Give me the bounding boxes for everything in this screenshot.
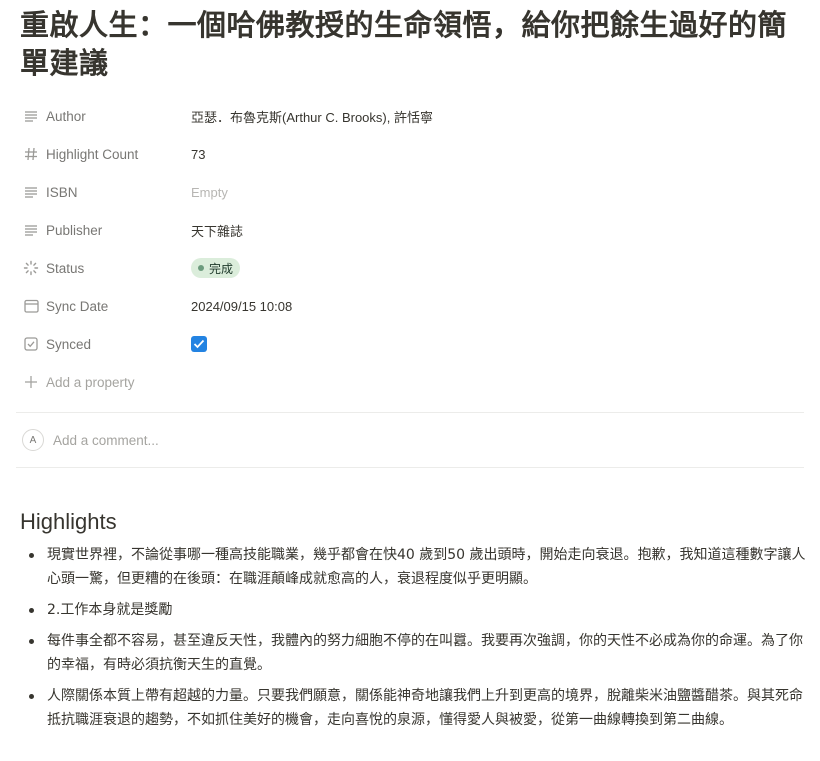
publisher-value[interactable]: 天下雜誌 <box>191 221 243 240</box>
status-dot <box>198 265 204 271</box>
text-lines-icon <box>22 183 40 201</box>
highlight-count-value[interactable]: 73 <box>191 147 205 162</box>
bullet-icon <box>29 694 34 699</box>
property-synced[interactable]: Synced <box>16 325 804 363</box>
plus-icon <box>22 373 40 391</box>
divider <box>16 467 804 468</box>
author-value[interactable]: 亞瑟．布魯克斯(Arthur C. Brooks), 許恬寧 <box>191 107 433 126</box>
synced-checkbox[interactable] <box>191 336 207 352</box>
list-item[interactable]: 每件事全都不容易，甚至違反天性，我體內的努力細胞不停的在叫囂。我要再次強調，你的… <box>20 629 810 677</box>
status-spinner-icon <box>22 259 40 277</box>
highlight-text: 每件事全都不容易，甚至違反天性，我體內的努力細胞不停的在叫囂。我要再次強調，你的… <box>47 633 803 673</box>
property-label: Sync Date <box>46 298 109 314</box>
property-label: ISBN <box>46 184 78 200</box>
property-label: Synced <box>46 336 92 352</box>
highlight-text: 2.工作本身就是獎勵 <box>47 602 173 618</box>
status-badge[interactable]: 完成 <box>191 258 241 278</box>
add-property-label: Add a property <box>46 374 135 390</box>
properties-panel: Author 亞瑟．布魯克斯(Arthur C. Brooks), 許恬寧 Hi… <box>16 97 804 401</box>
list-item[interactable]: 人際關係本質上帶有超越的力量。只要我們願意，關係能神奇地讓我們上升到更高的境界，… <box>20 684 810 732</box>
property-author[interactable]: Author 亞瑟．布魯克斯(Arthur C. Brooks), 許恬寧 <box>16 97 804 135</box>
divider <box>16 412 804 413</box>
bullet-icon <box>29 553 34 558</box>
highlights-list: 現實世界裡，不論從事哪一種高技能職業，幾乎都會在快40 歲到50 歲出頭時，開始… <box>20 543 810 739</box>
text-lines-icon <box>22 221 40 239</box>
status-text: 完成 <box>209 261 234 276</box>
bullet-icon <box>29 639 34 644</box>
avatar: A <box>22 429 44 451</box>
page-title[interactable]: 重啟人生：一個哈佛教授的生命領悟，給你把餘生過好的簡單建議 <box>20 6 810 82</box>
property-publisher[interactable]: Publisher 天下雜誌 <box>16 211 804 249</box>
property-isbn[interactable]: ISBN Empty <box>16 173 804 211</box>
list-item[interactable]: 2.工作本身就是獎勵 <box>20 598 810 622</box>
property-sync-date[interactable]: Sync Date 2024/09/15 10:08 <box>16 287 804 325</box>
highlight-text: 人際關係本質上帶有超越的力量。只要我們願意，關係能神奇地讓我們上升到更高的境界，… <box>47 688 803 728</box>
hash-icon <box>22 145 40 163</box>
highlight-text: 現實世界裡，不論從事哪一種高技能職業，幾乎都會在快40 歲到50 歲出頭時，開始… <box>47 547 806 587</box>
checkbox-icon <box>22 335 40 353</box>
property-label: Publisher <box>46 222 103 238</box>
property-status[interactable]: Status 完成 <box>16 249 804 287</box>
property-label: Author <box>46 108 86 124</box>
property-highlight-count[interactable]: Highlight Count 73 <box>16 135 804 173</box>
sync-date-value[interactable]: 2024/09/15 10:08 <box>191 299 292 314</box>
add-property-button[interactable]: Add a property <box>16 363 804 401</box>
isbn-value[interactable]: Empty <box>191 185 228 200</box>
bullet-icon <box>29 608 34 613</box>
property-label: Status <box>46 260 85 276</box>
calendar-icon <box>22 297 40 315</box>
comment-input[interactable]: Add a comment... <box>53 433 159 448</box>
text-lines-icon <box>22 107 40 125</box>
comment-bar[interactable]: A Add a comment... <box>22 429 159 451</box>
highlights-heading[interactable]: Highlights <box>20 509 117 535</box>
property-label: Highlight Count <box>46 146 139 162</box>
list-item[interactable]: 現實世界裡，不論從事哪一種高技能職業，幾乎都會在快40 歲到50 歲出頭時，開始… <box>20 543 810 591</box>
